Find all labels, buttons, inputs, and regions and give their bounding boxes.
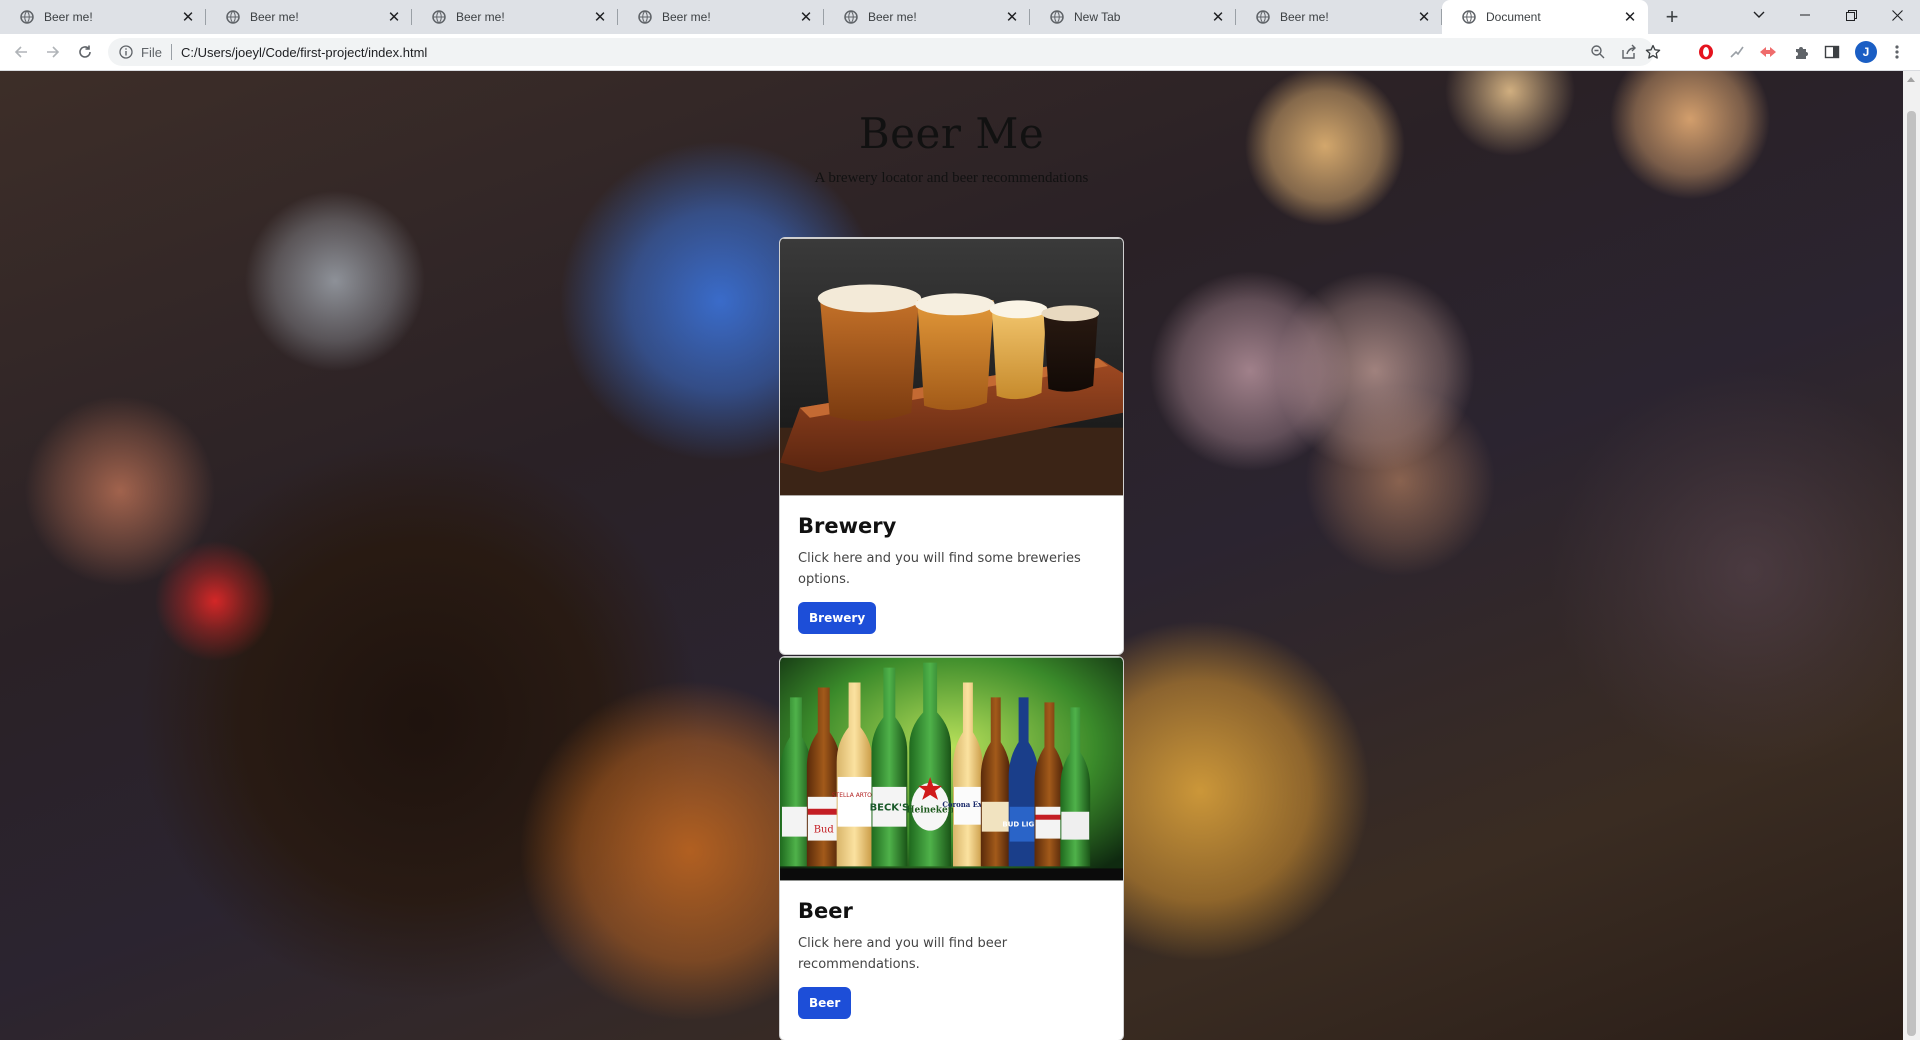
page-subtitle: A brewery locator and beer recommendatio… [814, 170, 1089, 186]
side-panel-icon[interactable] [1822, 42, 1842, 62]
card-text: Click here and you will find beer recomm… [798, 936, 1008, 972]
beer-button[interactable]: Beer [798, 987, 852, 1019]
card-body: Brewery Click here and you will find som… [780, 496, 1123, 652]
beer-card[interactable]: Bud STELLA ARTOIS BECK'S Heineken Corona… [779, 656, 1124, 1040]
close-icon[interactable]: ✕ [1210, 9, 1226, 26]
reload-button[interactable] [73, 40, 97, 64]
tab-search-icon[interactable] [1736, 0, 1782, 30]
tab-title: Beer me! [250, 10, 299, 24]
hero-header: Beer Me A brewery locator and beer recom… [0, 71, 1903, 187]
globe-icon [226, 10, 240, 24]
forward-button[interactable] [41, 40, 65, 64]
globe-icon [844, 10, 858, 24]
new-tab-button[interactable]: + [1658, 4, 1686, 29]
url-text[interactable]: C:/Users/joeyl/Code/first-project/index.… [181, 45, 427, 60]
extension-icon[interactable] [1727, 42, 1747, 62]
card-title: Beer [798, 899, 853, 923]
share-icon[interactable] [1621, 38, 1637, 66]
close-icon[interactable]: ✕ [1416, 9, 1432, 26]
close-window-button[interactable] [1874, 0, 1920, 30]
restore-button[interactable] [1828, 0, 1874, 30]
browser-tab[interactable]: Beer me! ✕ [206, 0, 412, 34]
tab-title: New Tab [1074, 10, 1121, 24]
tab-title: Beer me! [662, 10, 711, 24]
tab-title: Beer me! [1280, 10, 1329, 24]
opera-extension-icon[interactable] [1696, 42, 1716, 62]
scheme-label: File [141, 44, 162, 60]
beer-flight-image [780, 238, 1123, 496]
browser-tab-active[interactable]: Document ✕ [1442, 0, 1648, 34]
vertical-scrollbar[interactable] [1903, 71, 1920, 1040]
globe-icon [432, 10, 446, 24]
page-title: Beer Me [858, 109, 1045, 158]
tab-title: Beer me! [44, 10, 93, 24]
brewery-card[interactable]: Brewery Click here and you will find som… [779, 237, 1124, 655]
brewery-button[interactable]: Brewery [798, 602, 877, 634]
puzzle-extensions-icon[interactable] [1791, 42, 1811, 62]
bottle-label-text: BECK'S [870, 803, 910, 814]
browser-tab[interactable]: Beer me! ✕ [824, 0, 1030, 34]
browser-tab[interactable]: Beer me! ✕ [1236, 0, 1442, 34]
tab-title: Beer me! [868, 10, 917, 24]
bookmark-star-icon[interactable] [1645, 38, 1661, 66]
globe-icon [1462, 10, 1476, 24]
browser-tab[interactable]: Beer me! ✕ [412, 0, 618, 34]
scrollbar-thumb[interactable] [1907, 111, 1916, 1036]
bottle-label-text: Bud [814, 825, 835, 836]
globe-icon [20, 10, 34, 24]
close-icon[interactable]: ✕ [180, 9, 196, 26]
profile-avatar[interactable]: J [1855, 41, 1877, 63]
close-icon[interactable]: ✕ [1004, 9, 1020, 26]
scroll-up-arrow-icon[interactable] [1907, 77, 1915, 82]
minimize-button[interactable] [1782, 0, 1828, 30]
browser-tab[interactable]: New Tab ✕ [1030, 0, 1236, 34]
bottle-label-text: STELLA ARTOIS [832, 792, 878, 799]
browser-toolbar: File C:/Users/joeyl/Code/first-project/i… [0, 34, 1920, 71]
info-icon[interactable] [117, 43, 135, 61]
address-bar[interactable]: File C:/Users/joeyl/Code/first-project/i… [108, 38, 1661, 66]
close-icon[interactable]: ✕ [798, 9, 814, 26]
close-icon[interactable]: ✕ [1622, 9, 1638, 26]
zoom-icon[interactable] [1590, 38, 1606, 66]
card-text: Click here and you will find some brewer… [798, 551, 1081, 587]
tab-title: Beer me! [456, 10, 505, 24]
browser-tab[interactable]: Beer me! ✕ [0, 0, 206, 34]
browser-tab[interactable]: Beer me! ✕ [618, 0, 824, 34]
close-icon[interactable]: ✕ [386, 9, 402, 26]
address-divider [170, 44, 172, 60]
extension-icon[interactable] [1758, 42, 1778, 62]
beer-bottles-image: Bud STELLA ARTOIS BECK'S Heineken Corona… [780, 657, 1123, 881]
tab-title: Document [1486, 10, 1541, 24]
tab-strip: Beer me! ✕ Beer me! ✕ Beer me! ✕ Beer me… [0, 0, 1920, 34]
card-title: Brewery [798, 514, 897, 538]
back-button[interactable] [9, 40, 33, 64]
menu-kebab-icon[interactable] [1887, 42, 1907, 62]
card-body: Beer Click here and you will find beer r… [780, 881, 1123, 1037]
globe-icon [638, 10, 652, 24]
globe-icon [1050, 10, 1064, 24]
globe-icon [1256, 10, 1270, 24]
close-icon[interactable]: ✕ [592, 9, 608, 26]
page-viewport: Beer Me A brewery locator and beer recom… [0, 71, 1903, 1040]
